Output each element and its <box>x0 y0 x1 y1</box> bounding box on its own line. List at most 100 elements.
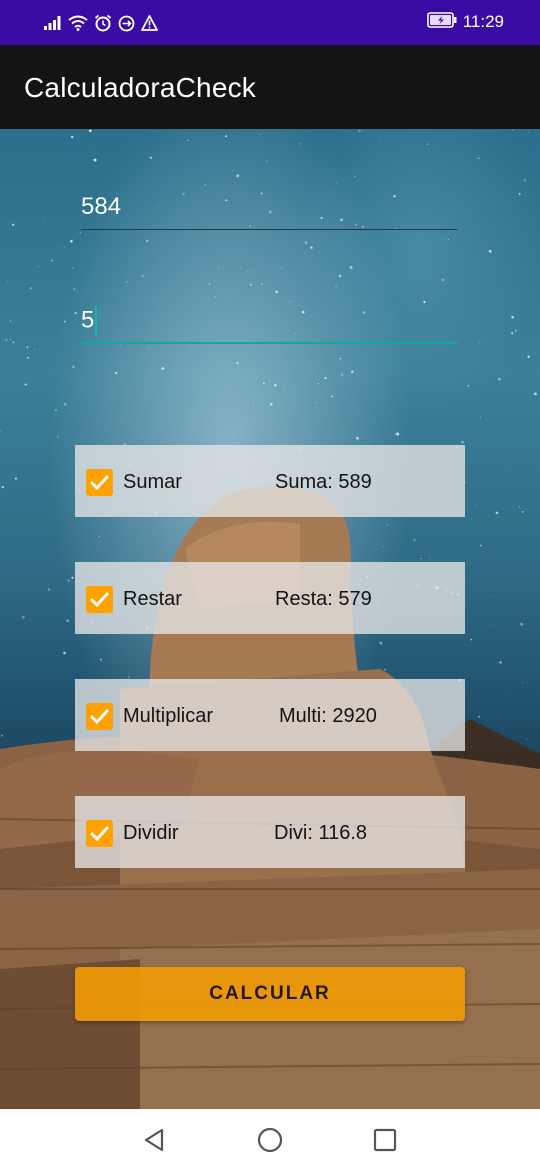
star <box>464 481 467 483</box>
star <box>161 367 165 370</box>
star <box>269 402 273 406</box>
star <box>187 139 189 141</box>
star <box>413 539 416 542</box>
star <box>119 345 122 347</box>
star <box>37 228 39 230</box>
restar-checkbox[interactable] <box>86 586 113 613</box>
star <box>72 266 75 269</box>
star <box>60 331 62 333</box>
star <box>511 315 514 319</box>
recents-icon[interactable] <box>370 1125 400 1155</box>
star <box>488 249 492 253</box>
background-image: 584 5 Sumar Suma: 589 Restar Resta: 579 … <box>0 129 540 1109</box>
star <box>249 283 253 287</box>
status-icons <box>44 12 158 34</box>
star <box>339 358 342 360</box>
star <box>512 129 514 131</box>
sumar-result: Suma: 589 <box>275 471 372 493</box>
star <box>360 130 362 132</box>
sumar-checkbox[interactable] <box>86 469 113 496</box>
star <box>458 147 460 149</box>
star <box>57 436 59 438</box>
star <box>522 682 524 684</box>
sync-icon <box>118 15 135 32</box>
star <box>379 137 381 139</box>
star <box>525 238 527 240</box>
star <box>353 133 354 135</box>
star <box>70 239 73 243</box>
star <box>12 223 15 226</box>
app-title: CalculadoraCheck <box>24 72 256 103</box>
star <box>310 246 313 249</box>
star <box>63 651 66 655</box>
star <box>0 734 4 737</box>
star <box>461 440 464 444</box>
star <box>281 267 283 269</box>
star <box>447 238 450 241</box>
star <box>479 416 482 419</box>
star <box>115 371 118 375</box>
star <box>141 274 144 277</box>
star <box>386 524 388 526</box>
status-bar: 11:29 <box>0 0 540 45</box>
home-icon[interactable] <box>255 1125 285 1155</box>
dividir-checkbox[interactable] <box>86 820 113 847</box>
wifi-icon <box>68 15 88 31</box>
star <box>351 370 354 373</box>
star <box>73 287 76 291</box>
star <box>317 383 319 385</box>
second-number-input[interactable]: 5 <box>81 306 458 344</box>
star <box>149 156 153 160</box>
star <box>145 239 149 243</box>
star <box>72 365 75 368</box>
star <box>529 415 531 416</box>
operation-row-dividir: Dividir Divi: 116.8 <box>75 796 465 868</box>
star <box>125 280 128 283</box>
star <box>467 385 470 387</box>
multiplicar-label[interactable]: Multiplicar <box>123 705 213 728</box>
calcular-button[interactable]: CALCULAR <box>75 967 465 1021</box>
restar-result: Resta: 579 <box>275 588 372 610</box>
star <box>379 641 383 645</box>
star <box>236 174 240 178</box>
star <box>12 341 15 344</box>
star <box>47 588 51 591</box>
star <box>384 668 386 671</box>
star <box>336 181 338 184</box>
star <box>63 246 65 248</box>
navigation-bar <box>0 1109 540 1170</box>
star <box>21 615 25 619</box>
star <box>225 135 227 138</box>
star <box>50 259 54 262</box>
star <box>204 184 207 187</box>
star <box>429 557 431 559</box>
star <box>329 366 330 368</box>
star <box>178 145 179 147</box>
first-number-input[interactable]: 584 <box>81 193 458 230</box>
star <box>356 436 359 440</box>
star <box>247 271 249 273</box>
alarm-icon <box>94 14 112 32</box>
star <box>383 546 385 548</box>
multiplicar-checkbox[interactable] <box>86 703 113 730</box>
sumar-label[interactable]: Sumar <box>123 471 182 494</box>
star <box>275 290 278 294</box>
star <box>331 395 334 398</box>
dividir-label[interactable]: Dividir <box>123 822 179 845</box>
checkmark-icon <box>89 591 110 608</box>
star <box>482 481 484 482</box>
star <box>43 217 45 219</box>
checkmark-icon <box>89 825 110 842</box>
star <box>90 151 92 153</box>
star <box>88 129 92 133</box>
star <box>284 389 286 391</box>
star <box>37 266 39 267</box>
star <box>480 544 482 547</box>
dividir-result: Divi: 116.8 <box>274 822 368 844</box>
star <box>289 301 291 303</box>
restar-label[interactable]: Restar <box>123 588 182 611</box>
back-icon[interactable] <box>140 1125 170 1155</box>
star <box>478 715 480 718</box>
star <box>527 355 530 358</box>
status-time: 11:29 <box>462 12 504 31</box>
